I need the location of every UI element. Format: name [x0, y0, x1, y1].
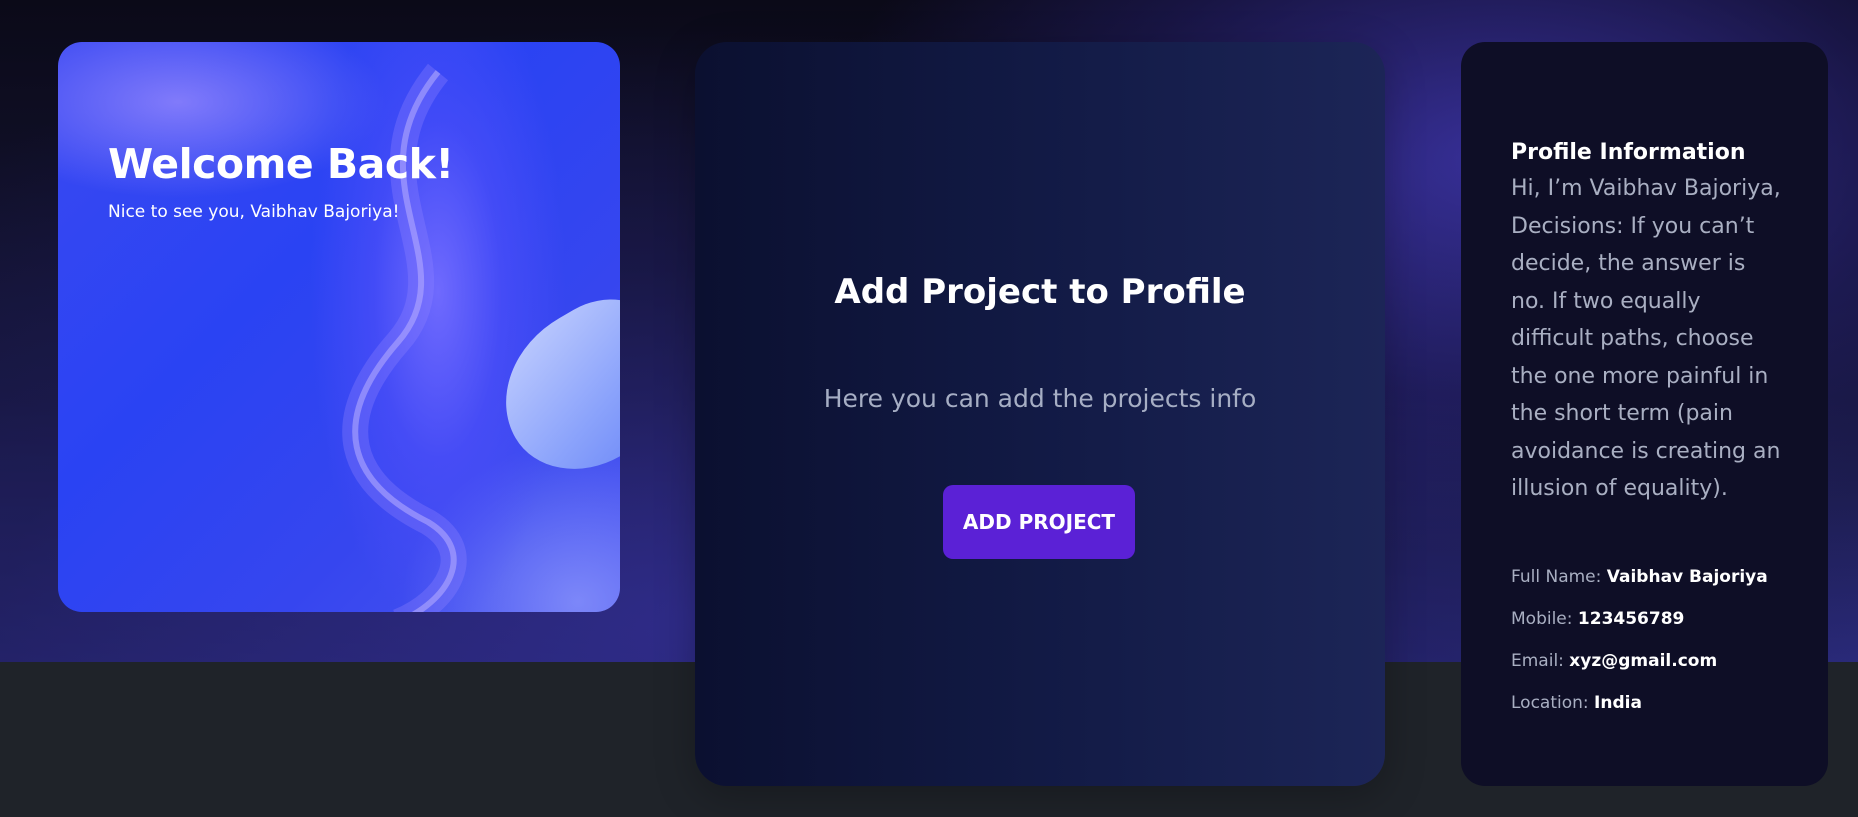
field-label: Location:	[1511, 693, 1595, 713]
field-label: Full Name:	[1511, 567, 1607, 587]
profile-field-mobile: Mobile: 123456789	[1511, 609, 1811, 651]
field-value: 123456789	[1577, 609, 1685, 629]
field-label: Email:	[1511, 651, 1570, 671]
add-project-title: Add Project to Profile	[834, 272, 1246, 312]
profile-field-full-name: Full Name: Vaibhav Bajoriya	[1511, 567, 1811, 609]
field-label: Mobile:	[1511, 609, 1578, 629]
profile-information-title: Profile Information	[1511, 140, 1746, 165]
field-value: xyz@gmail.com	[1569, 651, 1718, 671]
field-value: India	[1594, 693, 1642, 713]
welcome-subtitle: Nice to see you, Vaibhav Bajoriya!	[108, 202, 400, 222]
add-project-description: Here you can add the projects info	[823, 384, 1257, 413]
add-project-button[interactable]: ADD PROJECT	[943, 485, 1135, 559]
welcome-card: Welcome Back! Nice to see you, Vaibhav B…	[58, 42, 620, 612]
profile-bio: Hi, I’m Vaibhav Bajoriya, Decisions: If …	[1511, 176, 1781, 501]
add-project-card: Add Project to Profile Here you can add …	[695, 42, 1385, 786]
welcome-title: Welcome Back!	[108, 140, 454, 188]
profile-field-email: Email: xyz@gmail.com	[1511, 651, 1811, 693]
field-value: Vaibhav Bajoriya	[1606, 567, 1768, 587]
welcome-card-blob-graphic	[474, 277, 620, 497]
profile-information-card: Profile Information Hi, I’m Vaibhav Bajo…	[1461, 42, 1828, 786]
profile-field-location: Location: India	[1511, 693, 1811, 735]
profile-fields: Full Name: Vaibhav Bajoriya Mobile: 1234…	[1511, 567, 1811, 735]
